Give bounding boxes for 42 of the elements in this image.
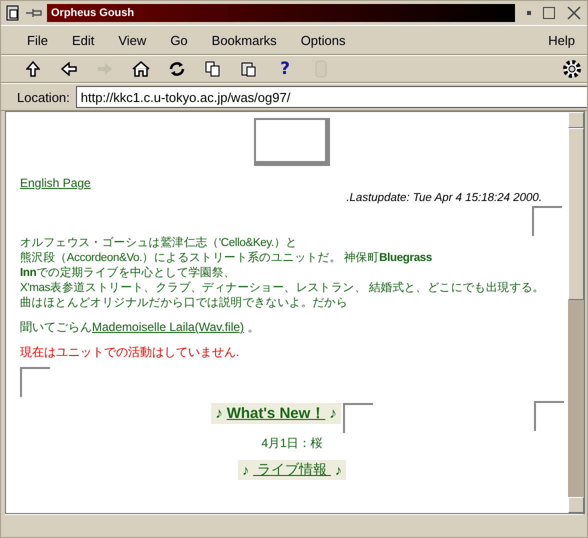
broken-image bbox=[20, 367, 50, 397]
news-item: 4月1日：桜 bbox=[260, 435, 324, 452]
last-update-text: .Lastupdate: Tue Apr 4 15:18:24 2000. bbox=[345, 192, 542, 204]
section-link[interactable]: What's New！ bbox=[226, 404, 326, 423]
section-link[interactable]: ライブ情報 bbox=[253, 461, 331, 479]
intro-paragraph: オルフェウス・ゴーシュは鷲津仁志（'Cello&Key.）と 熊沢段（Accordeon&Vo.）によるストリート系のユニットだ。 神保町Bluegrass Innでの定期ライブを中心として学園祭、 X'mas表参道ストリート、クラブ、ディナーショー、レストラン、 結婚式と、どこにでも出現する。 曲はほとんどオリジナルだから口では説明できないよ。だから bbox=[20, 236, 544, 311]
section-heading: ♪ What's New！ ♪ bbox=[211, 403, 341, 424]
menu-item[interactable]: Help bbox=[536, 32, 587, 48]
pin-icon[interactable] bbox=[25, 8, 43, 18]
home-button[interactable] bbox=[131, 59, 151, 79]
close-icon[interactable] bbox=[567, 6, 581, 20]
menu-item[interactable]: Go bbox=[158, 32, 200, 48]
broken-image bbox=[534, 401, 564, 431]
window-title: Orpheus Goush bbox=[47, 4, 515, 22]
back-button[interactable] bbox=[59, 59, 79, 79]
english-page-link[interactable]: English Page bbox=[20, 176, 91, 190]
menu-item[interactable]: File bbox=[15, 32, 60, 48]
paste-icon bbox=[241, 61, 257, 77]
back-arrow-icon bbox=[61, 62, 77, 76]
help-button[interactable]: ? bbox=[275, 59, 295, 79]
location-label: Location: bbox=[16, 90, 71, 104]
section-heading: ♪ ライブ情報 ♪ bbox=[238, 460, 346, 480]
menu-item[interactable]: Bookmarks bbox=[200, 32, 289, 48]
up-arrow-icon bbox=[26, 61, 40, 77]
reload-icon bbox=[168, 60, 186, 78]
broken-image bbox=[532, 206, 562, 236]
url-field[interactable]: http://kkc1.c.u-tokyo.ac.jp/was/og97/ bbox=[76, 86, 587, 108]
app-icon[interactable] bbox=[5, 5, 21, 21]
copy-icon bbox=[205, 61, 221, 77]
broken-image bbox=[342, 403, 373, 433]
listen-sentence: 聞いてごらんMademoiselle Laila(Wav.file) 。 bbox=[20, 319, 260, 336]
reload-button[interactable] bbox=[167, 59, 187, 79]
up-button[interactable] bbox=[23, 59, 43, 79]
wav-file-link[interactable]: Mademoiselle Laila(Wav.file) bbox=[92, 320, 244, 334]
menu-item[interactable]: View bbox=[106, 32, 158, 48]
notice-text: 現在はユニットでの活動はしていません. bbox=[20, 344, 240, 361]
maximize-icon[interactable] bbox=[543, 7, 555, 19]
scrollbar[interactable] bbox=[568, 112, 584, 513]
menu-item[interactable]: Options bbox=[288, 32, 358, 48]
gear-icon[interactable] bbox=[561, 58, 583, 80]
home-icon bbox=[132, 61, 150, 77]
menu-item[interactable]: Edit bbox=[60, 32, 106, 48]
